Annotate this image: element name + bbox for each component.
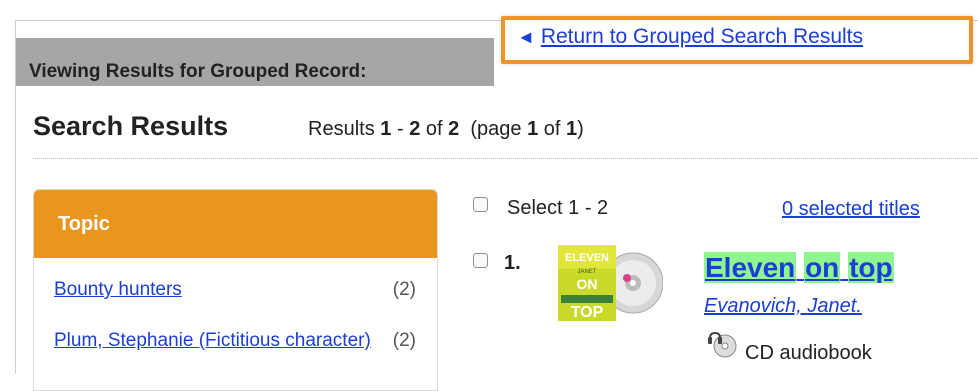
result-checkbox[interactable] xyxy=(473,253,488,268)
select-all-checkbox[interactable] xyxy=(473,197,488,212)
author-link[interactable]: Evanovich, Janet. xyxy=(704,295,862,318)
grouped-record-bar: Viewing Results for Grouped Record: xyxy=(16,38,494,86)
facet-item-plum-stephanie: Plum, Stephanie (Fictitious character) (… xyxy=(54,329,424,352)
facet-link-bounty-hunters[interactable]: Bounty hunters xyxy=(54,279,182,300)
heading-divider xyxy=(33,158,978,159)
select-range-label: Select 1 - 2 xyxy=(507,197,609,219)
result-title-link[interactable]: Eleven on top xyxy=(704,252,894,284)
return-link-highlight: ◄ Return to Grouped Search Results xyxy=(501,16,973,64)
grouped-record-label: Viewing Results for Grouped Record: xyxy=(29,61,367,82)
facet-count: (2) xyxy=(392,279,416,300)
cd-cover-thumbnail[interactable]: ELEVEN JANET ON TOP xyxy=(557,243,663,323)
cover-text-4: TOP xyxy=(571,304,604,321)
search-results-heading: Search Results xyxy=(33,111,229,141)
left-arrow-icon: ◄ xyxy=(517,27,535,47)
format-label: CD audiobook xyxy=(745,342,872,364)
topic-facet-panel: Topic Bounty hunters (2) Plum, Stephanie… xyxy=(33,189,438,391)
results-count: Results 1 - 2 of 2 (page 1 of 1) xyxy=(308,118,584,140)
facet-item-bounty-hunters: Bounty hunters (2) xyxy=(54,279,424,301)
facet-count: (2) xyxy=(392,330,416,351)
title-word: on xyxy=(804,252,841,283)
return-to-grouped-results-link[interactable]: ◄ Return to Grouped Search Results xyxy=(517,25,863,49)
facet-link-plum-stephanie[interactable]: Plum, Stephanie (Fictitious character) xyxy=(54,329,384,352)
return-link-label: Return to Grouped Search Results xyxy=(540,25,863,48)
result-number: 1. xyxy=(504,252,521,274)
topic-facet-header[interactable]: Topic xyxy=(34,190,437,258)
title-word: Eleven xyxy=(704,252,797,283)
cd-audiobook-icon xyxy=(708,332,737,358)
cover-text-2: JANET xyxy=(577,269,596,275)
cover-text-3: ON xyxy=(577,276,598,292)
topic-facet-title: Topic xyxy=(58,213,110,235)
title-word: top xyxy=(848,252,894,283)
selected-titles-link[interactable]: 0 selected titles xyxy=(782,198,920,221)
cover-text-1: ELEVEN xyxy=(565,252,609,264)
